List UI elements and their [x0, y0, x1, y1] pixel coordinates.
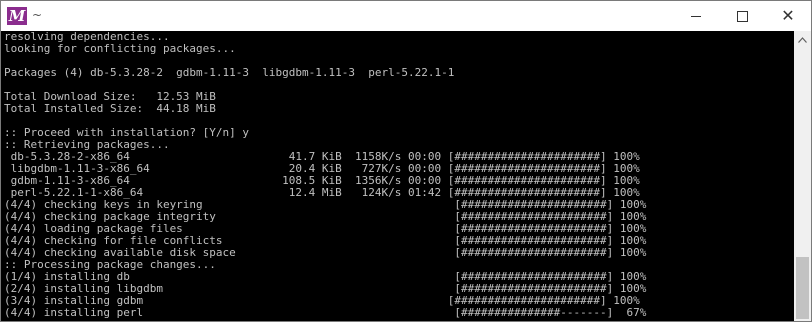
app-icon[interactable]: M: [7, 7, 27, 25]
scroll-thumb[interactable]: [796, 257, 809, 319]
title-bar[interactable]: M ~ ✕: [1, 1, 811, 31]
scroll-up-button[interactable]: [794, 31, 811, 48]
terminal-output[interactable]: resolving dependencies... looking for con…: [1, 31, 794, 321]
vertical-scrollbar[interactable]: [794, 31, 811, 321]
chevron-up-icon: [798, 36, 807, 43]
maximize-button[interactable]: [719, 1, 765, 31]
terminal-line: (4/4) installing perl [###############--…: [4, 306, 647, 319]
minimize-button[interactable]: [673, 1, 719, 31]
terminal-window: M ~ ✕ resolving dependencies... looking f…: [0, 0, 812, 322]
terminal-line: looking for conflicting packages...: [4, 42, 236, 55]
maximize-icon: [736, 10, 748, 22]
minimize-icon: [691, 15, 701, 17]
terminal-text: resolving dependencies... looking for con…: [4, 31, 646, 319]
close-icon: ✕: [781, 6, 795, 25]
terminal-line: Packages (4) db-5.3.28-2 gdbm-1.11-3 lib…: [4, 66, 455, 79]
close-button[interactable]: ✕: [765, 1, 811, 31]
window-title: ~: [32, 8, 43, 22]
terminal-line: Total Installed Size: 44.18 MiB: [4, 102, 216, 115]
